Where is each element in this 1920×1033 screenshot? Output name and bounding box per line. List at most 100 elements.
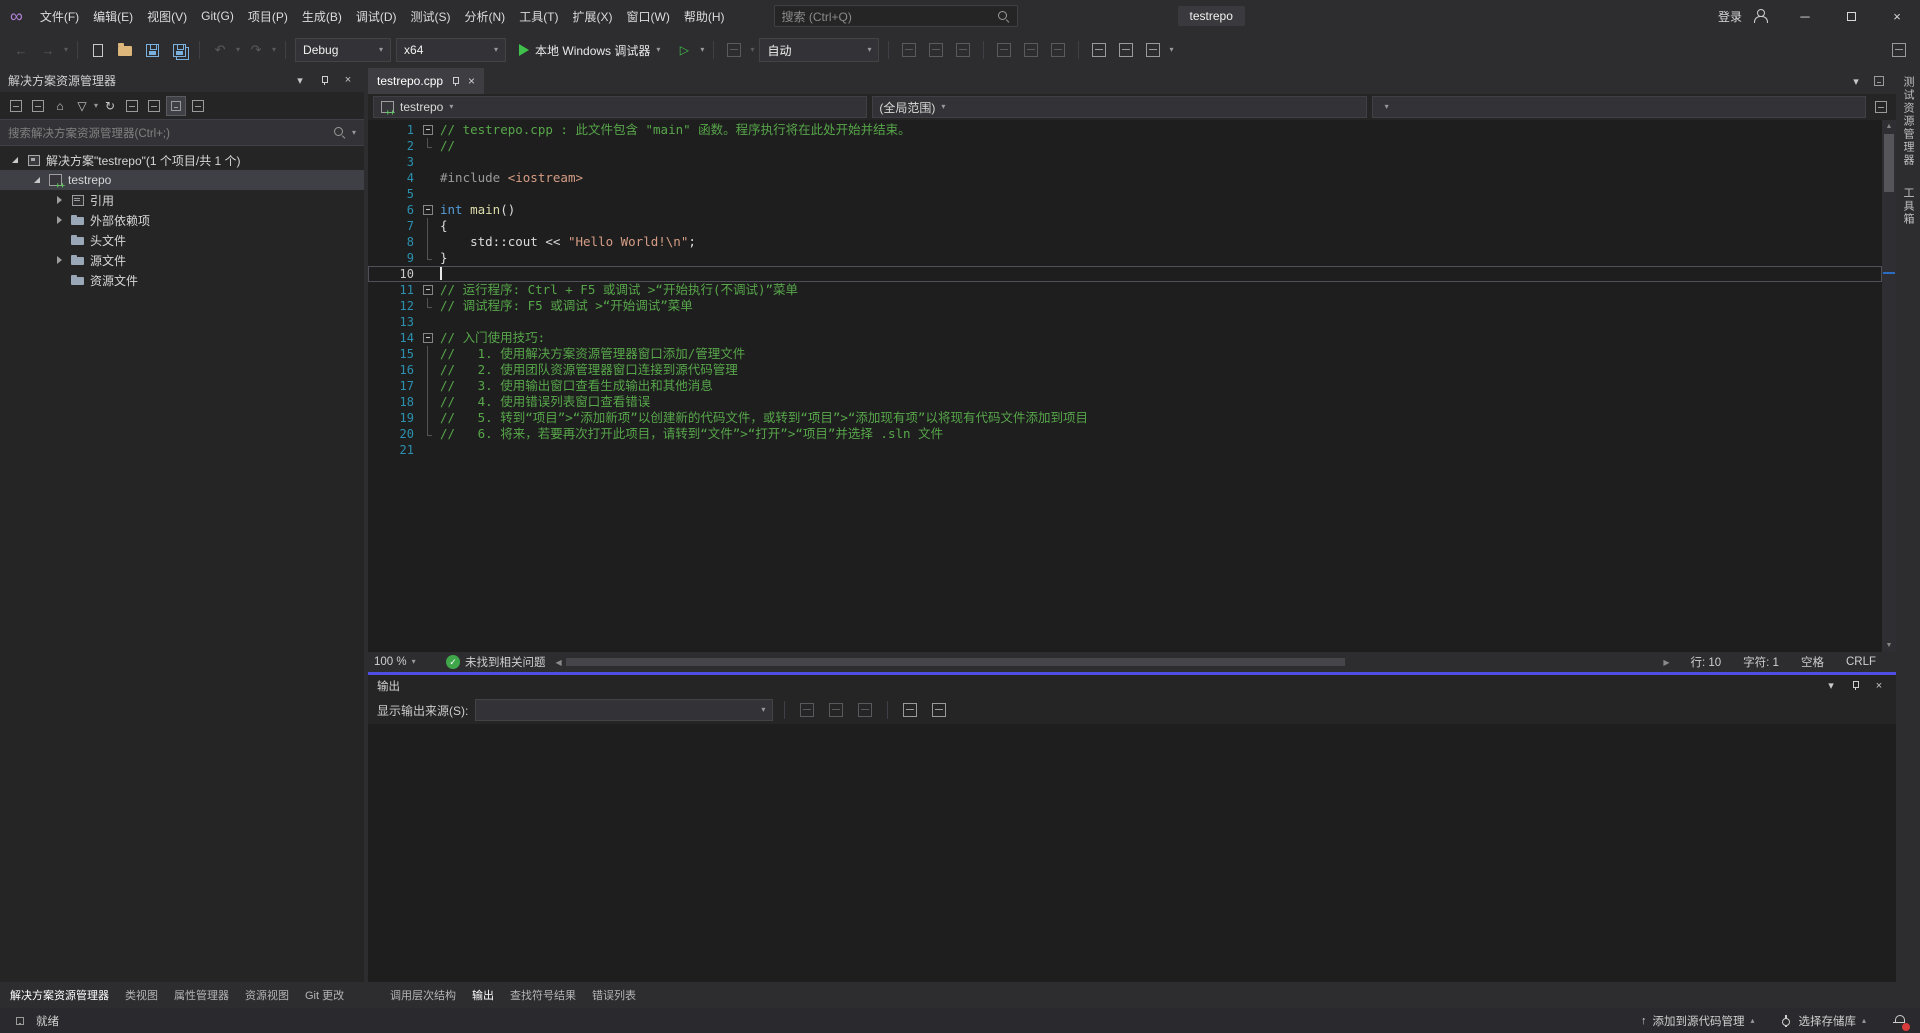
- panel-tab[interactable]: 调用层次结构: [382, 982, 464, 1008]
- refresh-icon[interactable]: ↻: [100, 96, 120, 116]
- scrollbar-thumb[interactable]: [566, 658, 1346, 666]
- fold-start-icon[interactable]: [420, 330, 436, 346]
- panel-tab[interactable]: Git 更改: [297, 982, 352, 1008]
- auto-hide-tab[interactable]: 工具箱: [1900, 187, 1916, 226]
- search-options-icon[interactable]: ▾: [352, 129, 356, 137]
- previous-bookmark-icon[interactable]: [1115, 39, 1137, 61]
- code-editor[interactable]: 1// testrepo.cpp : 此文件包含 "main" 函数。程序执行将…: [368, 120, 1896, 652]
- word-wrap-icon[interactable]: [899, 699, 921, 721]
- collapse-all-icon[interactable]: [122, 96, 142, 116]
- menu-item[interactable]: 调试(D): [349, 5, 404, 28]
- pin-icon[interactable]: [316, 72, 332, 88]
- autoscroll-icon[interactable]: [928, 699, 950, 721]
- scroll-left-icon[interactable]: ◀: [556, 658, 562, 667]
- tree-item[interactable]: 解决方案"testrepo"(1 个项目/共 1 个): [0, 150, 364, 170]
- goto-message-icon[interactable]: [796, 699, 818, 721]
- solution-platform-select[interactable]: x64 ▾: [396, 38, 506, 62]
- navigate-forward-icon[interactable]: →: [37, 39, 59, 61]
- tree-item[interactable]: 引用: [0, 190, 364, 210]
- menu-item[interactable]: 窗口(W): [620, 5, 677, 28]
- code-line[interactable]: 3: [368, 154, 1882, 170]
- filter-icon[interactable]: ▽: [72, 96, 92, 116]
- redo-icon[interactable]: ↷: [245, 39, 267, 61]
- clear-output-icon[interactable]: [854, 699, 876, 721]
- tree-item[interactable]: testrepo: [0, 170, 364, 190]
- expander-icon[interactable]: [10, 154, 22, 166]
- menu-item[interactable]: 工具(T): [512, 5, 565, 28]
- panel-chevron-icon[interactable]: ▾: [292, 72, 308, 88]
- scope-select[interactable]: (全局范围) ▾: [872, 96, 1366, 118]
- pin-icon[interactable]: [1847, 678, 1863, 694]
- stop-debugging-icon[interactable]: [925, 39, 947, 61]
- output-content[interactable]: [368, 724, 1896, 982]
- scroll-right-icon[interactable]: ▶: [1663, 658, 1669, 667]
- next-bookmark-icon[interactable]: [1142, 39, 1164, 61]
- active-files-icon[interactable]: ▾: [1848, 73, 1864, 89]
- code-line[interactable]: 13: [368, 314, 1882, 330]
- open-file-icon[interactable]: [114, 39, 136, 61]
- code-line[interactable]: 6int main(): [368, 202, 1882, 218]
- start-without-debugging-icon[interactable]: ▷: [673, 39, 695, 61]
- step-into-icon[interactable]: [993, 39, 1015, 61]
- menu-item[interactable]: 分析(N): [458, 5, 513, 28]
- menu-item[interactable]: 文件(F): [33, 5, 86, 28]
- panel-tab[interactable]: 查找符号结果: [502, 982, 584, 1008]
- goto-next-message-icon[interactable]: [825, 699, 847, 721]
- undo-icon[interactable]: ↶: [209, 39, 231, 61]
- code-line[interactable]: 15// 1. 使用解决方案资源管理器窗口添加/管理文件: [368, 346, 1882, 362]
- code-line[interactable]: 21: [368, 442, 1882, 458]
- expander-icon[interactable]: [54, 254, 66, 266]
- document-tab[interactable]: testrepo.cpp ×: [368, 68, 484, 94]
- code-line[interactable]: 17// 3. 使用输出窗口查看生成输出和其他消息: [368, 378, 1882, 394]
- home-icon[interactable]: ⌂: [50, 96, 70, 116]
- code-line[interactable]: 1// testrepo.cpp : 此文件包含 "main" 函数。程序执行将…: [368, 122, 1882, 138]
- menu-item[interactable]: 测试(S): [404, 5, 458, 28]
- toolbar-overflow-icon[interactable]: ▾: [1169, 46, 1173, 54]
- show-all-files-icon[interactable]: [144, 96, 164, 116]
- toggle-bookmark-icon[interactable]: [1088, 39, 1110, 61]
- code-line[interactable]: 18// 4. 使用错误列表窗口查看错误: [368, 394, 1882, 410]
- navbar-options-icon[interactable]: [1871, 97, 1891, 117]
- code-line[interactable]: 11// 运行程序: Ctrl + F5 或调试 >“开始执行(不调试)”菜单: [368, 282, 1882, 298]
- pin-tab-icon[interactable]: [450, 76, 461, 87]
- menu-item[interactable]: 帮助(H): [677, 5, 732, 28]
- close-icon[interactable]: ×: [1871, 678, 1887, 694]
- panel-tab[interactable]: 属性管理器: [166, 982, 237, 1008]
- editor-vertical-scrollbar[interactable]: ▲ ▼: [1882, 120, 1896, 652]
- new-project-icon[interactable]: [87, 39, 109, 61]
- search-input[interactable]: 搜索 (Ctrl+Q): [774, 5, 1018, 27]
- save-all-icon[interactable]: [168, 39, 190, 61]
- select-repository-button[interactable]: 选择存储库 ▴: [1780, 1013, 1866, 1029]
- code-line[interactable]: 16// 2. 使用团队资源管理器窗口连接到源代码管理: [368, 362, 1882, 378]
- editor-horizontal-scrollbar[interactable]: ◀ ▶: [556, 655, 1670, 669]
- switch-views-icon[interactable]: [6, 96, 26, 116]
- solution-configuration-select[interactable]: Debug ▾: [295, 38, 391, 62]
- properties-icon[interactable]: [166, 96, 186, 116]
- feedback-icon[interactable]: [1888, 39, 1910, 61]
- code-line[interactable]: 8 std::cout << "Hello World!\n";: [368, 234, 1882, 250]
- solution-search-input[interactable]: 搜索解决方案资源管理器(Ctrl+;) ▾: [0, 120, 364, 146]
- menu-item[interactable]: 项目(P): [241, 5, 295, 28]
- code-line[interactable]: 7{: [368, 218, 1882, 234]
- start-debugging-button[interactable]: 本地 Windows 调试器 ▾: [511, 37, 668, 63]
- notifications-button[interactable]: [1892, 1013, 1908, 1029]
- panel-tab[interactable]: 输出: [464, 982, 502, 1008]
- menu-item[interactable]: 扩展(X): [566, 5, 620, 28]
- close-button[interactable]: ×: [1874, 0, 1920, 32]
- document-health-icon[interactable]: ✓: [446, 655, 460, 669]
- hot-reload-caret-icon[interactable]: ▾: [750, 46, 754, 54]
- chevron-down-icon[interactable]: ▾: [700, 46, 704, 54]
- health-text[interactable]: 未找到相关问题: [465, 654, 546, 670]
- hot-reload-icon[interactable]: [723, 39, 745, 61]
- undo-caret-icon[interactable]: ▾: [236, 46, 240, 54]
- step-over-icon[interactable]: [1020, 39, 1042, 61]
- output-source-select[interactable]: ▾: [475, 699, 773, 721]
- step-out-icon[interactable]: [1047, 39, 1069, 61]
- code-line[interactable]: 12// 调试程序: F5 或调试 >“开始调试”菜单: [368, 298, 1882, 314]
- editor-window-options-icon[interactable]: [1870, 72, 1888, 90]
- code-line[interactable]: 19// 5. 转到“项目”>“添加新项”以创建新的代码文件，或转到“项目”>“…: [368, 410, 1882, 426]
- line-indicator[interactable]: 行: 10: [1679, 654, 1732, 670]
- tree-item[interactable]: 资源文件: [0, 270, 364, 290]
- preview-selected-items-icon[interactable]: [188, 96, 208, 116]
- fold-start-icon[interactable]: [420, 202, 436, 218]
